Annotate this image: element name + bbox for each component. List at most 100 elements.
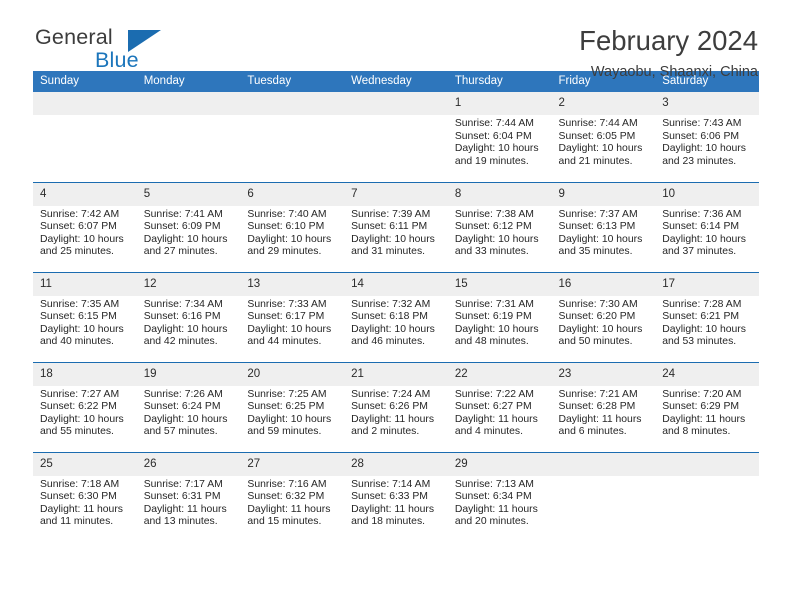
day-number: 14 <box>344 272 448 296</box>
sunset-text: Sunset: 6:10 PM <box>247 221 325 233</box>
sunrise-text: Sunrise: 7:36 AM <box>662 208 742 220</box>
daylight-text-line2: and 40 minutes. <box>40 336 114 348</box>
day-cell[interactable]: 6 Sunrise: 7:40 AM Sunset: 6:10 PM Daylight… <box>240 182 345 273</box>
day-cell[interactable]: 16 Sunrise: 7:30 AM Sunset: 6:20 PM Dayligh… <box>551 272 656 363</box>
day-details: Sunrise: 7:24 AM Sunset: 6:26 PM Daylight:… <box>344 386 448 439</box>
daylight-text-line2: and 29 minutes. <box>247 246 322 258</box>
day-cell[interactable]: 25 Sunrise: 7:18 AM Sunset: 6:30 PM Dayligh… <box>33 452 137 542</box>
weekday-header-tuesday: Tuesday <box>240 71 345 92</box>
day-cell[interactable]: 11 Sunrise: 7:35 AM Sunset: 6:15 PM Dayligh… <box>33 272 137 363</box>
sunset-text: Sunset: 6:16 PM <box>143 311 221 323</box>
day-cell[interactable]: 12 Sunrise: 7:34 AM Sunset: 6:16 PM Dayligh… <box>136 272 241 363</box>
day-number: 6 <box>240 182 345 206</box>
day-cell[interactable] <box>655 452 759 542</box>
daylight-text-line1: Daylight: 11 hours <box>351 413 435 425</box>
day-number: 25 <box>33 452 137 476</box>
day-cell[interactable]: 4 Sunrise: 7:42 AM Sunset: 6:07 PM Daylight… <box>33 182 137 273</box>
day-details: Sunrise: 7:37 AM Sunset: 6:13 PM Daylight:… <box>552 206 656 259</box>
day-details <box>344 115 448 118</box>
sunrise-text: Sunrise: 7:24 AM <box>351 388 431 400</box>
day-cell[interactable] <box>33 92 137 183</box>
sunset-text: Sunset: 6:13 PM <box>558 221 636 233</box>
day-cell[interactable]: 10 Sunrise: 7:36 AM Sunset: 6:14 PM Dayligh… <box>655 182 759 273</box>
day-cell[interactable]: 20 Sunrise: 7:25 AM Sunset: 6:25 PM Dayligh… <box>240 362 345 453</box>
sunrise-text: Sunrise: 7:35 AM <box>40 298 120 310</box>
day-cell[interactable]: 21 Sunrise: 7:24 AM Sunset: 6:26 PM Dayligh… <box>344 362 448 453</box>
daylight-text-line2: and 35 minutes. <box>558 246 633 258</box>
daylight-text-line2: and 27 minutes. <box>143 246 218 258</box>
day-number: 16 <box>551 272 656 296</box>
sunset-text: Sunset: 6:28 PM <box>558 401 636 413</box>
day-cell[interactable]: 14 Sunrise: 7:32 AM Sunset: 6:18 PM Dayligh… <box>344 272 448 363</box>
calendar-table: Sunday Monday Tuesday Wednesday Thursday… <box>33 71 759 542</box>
day-details: Sunrise: 7:17 AM Sunset: 6:31 PM Daylight:… <box>137 476 241 529</box>
day-cell[interactable]: 3 Sunrise: 7:43 AM Sunset: 6:06 PM Daylight… <box>655 92 759 183</box>
day-number: 13 <box>240 272 345 296</box>
day-cell[interactable]: 23 Sunrise: 7:21 AM Sunset: 6:28 PM Dayligh… <box>551 362 656 453</box>
day-cell[interactable]: 29 Sunrise: 7:13 AM Sunset: 6:34 PM Dayligh… <box>447 452 552 542</box>
sunset-text: Sunset: 6:30 PM <box>40 491 117 503</box>
day-cell[interactable]: 7 Sunrise: 7:39 AM Sunset: 6:11 PM Daylight… <box>344 182 448 273</box>
day-cell[interactable]: 5 Sunrise: 7:41 AM Sunset: 6:09 PM Daylight… <box>136 182 241 273</box>
day-cell[interactable]: 1 Sunrise: 7:44 AM Sunset: 6:04 PM Daylight… <box>447 92 552 183</box>
day-cell[interactable]: 8 Sunrise: 7:38 AM Sunset: 6:12 PM Daylight… <box>447 182 552 273</box>
day-cell[interactable]: 19 Sunrise: 7:26 AM Sunset: 6:24 PM Dayligh… <box>136 362 241 453</box>
daylight-text-line2: and 19 minutes. <box>454 155 529 167</box>
day-details: Sunrise: 7:26 AM Sunset: 6:24 PM Daylight:… <box>137 386 241 439</box>
day-number: 19 <box>136 362 241 386</box>
day-details: Sunrise: 7:21 AM Sunset: 6:28 PM Daylight:… <box>552 386 656 439</box>
day-details <box>33 115 137 118</box>
sunset-text: Sunset: 6:12 PM <box>454 221 532 233</box>
day-number: 9 <box>551 182 656 206</box>
day-cell[interactable] <box>344 92 448 183</box>
week-row: 18 Sunrise: 7:27 AM Sunset: 6:22 PM Dayligh… <box>33 362 759 453</box>
sunrise-text: Sunrise: 7:21 AM <box>558 388 638 400</box>
sunset-text: Sunset: 6:31 PM <box>143 491 221 503</box>
day-cell[interactable]: 2 Sunrise: 7:44 AM Sunset: 6:05 PM Daylight… <box>551 92 656 183</box>
daylight-text-line2: and 57 minutes. <box>143 426 218 438</box>
sunset-text: Sunset: 6:32 PM <box>247 491 325 503</box>
daylight-text-line1: Daylight: 11 hours <box>247 503 331 515</box>
sunrise-text: Sunrise: 7:37 AM <box>558 208 638 220</box>
daylight-text-line1: Daylight: 10 hours <box>454 323 539 335</box>
day-number: 3 <box>655 92 759 115</box>
daylight-text-line1: Daylight: 10 hours <box>40 413 124 425</box>
day-details: Sunrise: 7:33 AM Sunset: 6:17 PM Daylight:… <box>240 296 344 349</box>
day-details: Sunrise: 7:40 AM Sunset: 6:10 PM Daylight:… <box>240 206 344 259</box>
sunrise-text: Sunrise: 7:25 AM <box>247 388 327 400</box>
day-cell[interactable]: 17 Sunrise: 7:28 AM Sunset: 6:21 PM Dayligh… <box>655 272 759 363</box>
day-number <box>344 92 448 115</box>
day-cell[interactable]: 18 Sunrise: 7:27 AM Sunset: 6:22 PM Dayligh… <box>33 362 137 453</box>
day-cell[interactable]: 22 Sunrise: 7:22 AM Sunset: 6:27 PM Dayligh… <box>447 362 552 453</box>
day-cell[interactable] <box>136 92 241 183</box>
sunset-text: Sunset: 6:05 PM <box>558 130 636 142</box>
day-cell[interactable] <box>240 92 345 183</box>
day-number: 23 <box>551 362 656 386</box>
daylight-text-line2: and 21 minutes. <box>558 155 633 167</box>
daylight-text-line2: and 55 minutes. <box>40 426 114 438</box>
day-cell[interactable]: 13 Sunrise: 7:33 AM Sunset: 6:17 PM Dayligh… <box>240 272 345 363</box>
day-cell[interactable]: 24 Sunrise: 7:20 AM Sunset: 6:29 PM Dayligh… <box>655 362 759 453</box>
day-cell[interactable]: 15 Sunrise: 7:31 AM Sunset: 6:19 PM Dayligh… <box>447 272 552 363</box>
sunset-text: Sunset: 6:11 PM <box>351 221 428 233</box>
day-cell[interactable]: 27 Sunrise: 7:16 AM Sunset: 6:32 PM Dayligh… <box>240 452 345 542</box>
day-cell[interactable] <box>551 452 656 542</box>
day-number: 29 <box>447 452 552 476</box>
sunrise-text: Sunrise: 7:44 AM <box>558 118 638 129</box>
day-cell[interactable]: 28 Sunrise: 7:14 AM Sunset: 6:33 PM Dayligh… <box>344 452 448 542</box>
sunset-text: Sunset: 6:33 PM <box>351 491 428 503</box>
daylight-text-line1: Daylight: 11 hours <box>558 413 642 425</box>
daylight-text-line1: Daylight: 10 hours <box>247 413 332 425</box>
brand-logo[interactable]: General Blue <box>33 26 235 75</box>
day-details: Sunrise: 7:38 AM Sunset: 6:12 PM Daylight:… <box>448 206 552 259</box>
day-number: 18 <box>33 362 137 386</box>
day-number <box>33 92 137 115</box>
sunset-text: Sunset: 6:14 PM <box>662 221 740 233</box>
daylight-text-line1: Daylight: 10 hours <box>662 323 746 335</box>
daylight-text-line2: and 18 minutes. <box>351 516 426 528</box>
day-details: Sunrise: 7:20 AM Sunset: 6:29 PM Daylight:… <box>655 386 759 439</box>
day-cell[interactable]: 9 Sunrise: 7:37 AM Sunset: 6:13 PM Daylight… <box>551 182 656 273</box>
sunrise-text: Sunrise: 7:17 AM <box>143 478 223 490</box>
day-cell[interactable]: 26 Sunrise: 7:17 AM Sunset: 6:31 PM Dayligh… <box>136 452 241 542</box>
day-number: 5 <box>136 182 241 206</box>
